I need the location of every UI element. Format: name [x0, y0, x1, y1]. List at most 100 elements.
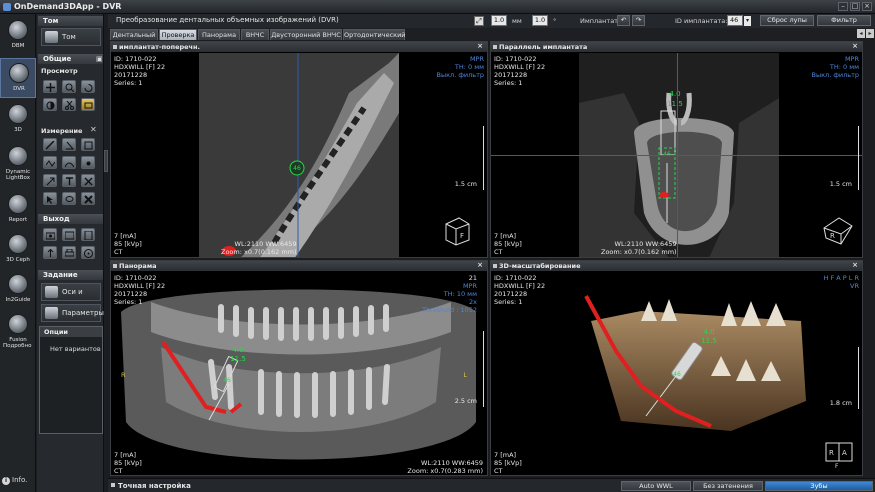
angle-button[interactable] [62, 138, 76, 151]
volume-button[interactable]: Том [41, 28, 101, 46]
sculpt-icon [84, 102, 93, 109]
rail-item-in2guide[interactable]: In2Guide [0, 270, 36, 310]
fit-icon[interactable]: ⤢ [474, 16, 484, 26]
zoom-icon [65, 83, 74, 92]
fine-tune-title[interactable]: Точная настройка [118, 482, 191, 490]
rail-item-3d-ceph[interactable]: 3D Ceph [0, 230, 36, 270]
svg-text:11.5: 11.5 [230, 355, 246, 363]
maximize-icon[interactable]: □ [850, 2, 860, 11]
implant-id-select[interactable]: 46 [727, 15, 743, 26]
window-level-button[interactable] [43, 98, 57, 111]
print-button[interactable] [62, 246, 76, 259]
axes-slices-button[interactable]: Оси и срезы [41, 283, 101, 312]
tab-bilateral-tmj[interactable]: Двусторонний ВНЧС [270, 29, 342, 40]
implant-redo-button[interactable]: ↷ [632, 15, 645, 26]
svg-text:11.5: 11.5 [701, 337, 717, 345]
cross-section-image: 46 [199, 53, 399, 257]
tab-orthodontic[interactable]: Ортодонтический [343, 29, 406, 40]
capture-button[interactable] [43, 228, 57, 241]
minimize-icon[interactable]: – [838, 2, 848, 11]
view-implant-cross[interactable]: имплантат-поперечн. × 46 ID: 1710-022 HDXW… [110, 41, 488, 258]
pan-icon [46, 83, 55, 92]
close-icon[interactable]: × [862, 2, 872, 11]
tab-scroll-right-icon[interactable]: ▸ [866, 29, 874, 38]
scissors-tool-button[interactable] [62, 98, 76, 111]
acquisition-info: 7 [mA] 85 [kVp] CT [494, 451, 522, 475]
options-empty-text: Нет вариантов [50, 345, 101, 353]
movie-button[interactable] [81, 228, 95, 241]
profile-button[interactable] [43, 156, 57, 169]
clear-all-button[interactable] [81, 192, 95, 205]
ruler-button[interactable] [43, 138, 57, 151]
implant-undo-button[interactable]: ↶ [617, 15, 630, 26]
curve-button[interactable] [62, 156, 76, 169]
tab-panorama[interactable]: Панорама [198, 29, 240, 40]
angle-input[interactable]: 1.0 [532, 15, 548, 26]
more-link[interactable]: Подробно [3, 343, 32, 349]
orientation-cube[interactable]: F [441, 214, 471, 246]
parameters-button[interactable]: Параметры [41, 304, 104, 322]
save-image-button[interactable] [62, 228, 76, 241]
module-title: Преобразование дентальных объемных изобр… [116, 16, 339, 24]
burn-cd-button[interactable] [81, 246, 95, 259]
skull-icon [8, 104, 28, 124]
area-button[interactable] [81, 138, 95, 151]
rail-item-report[interactable]: Report [0, 190, 36, 230]
teeth-preset-button[interactable]: Зубы [765, 481, 873, 491]
text-button[interactable] [62, 174, 76, 187]
redo-icon: ↷ [635, 16, 642, 24]
render-info: MPR TH: 0 мм Выкл. фильтр [811, 55, 859, 79]
reset-zoom-button[interactable]: Сброс лупы [760, 15, 814, 26]
rail-item-3d[interactable]: 3D [0, 100, 36, 140]
pan-tool-button[interactable] [43, 80, 57, 93]
volume-icon [45, 31, 58, 43]
view-close-icon[interactable]: × [851, 262, 859, 270]
axes-icon [45, 286, 58, 298]
tab-dental[interactable]: Дентальный [110, 29, 158, 40]
lasso-button[interactable] [62, 192, 76, 205]
view-close-icon[interactable]: × [851, 43, 859, 51]
delete-measure-button[interactable] [81, 174, 95, 187]
expand-icon[interactable] [111, 483, 115, 487]
export-button[interactable] [43, 246, 57, 259]
cursor-button[interactable] [43, 192, 57, 205]
arrow-button[interactable] [43, 174, 57, 187]
view-3d-zoom[interactable]: 3D-масштабирование × 4.0 11.5 46 ID: 1710… [490, 260, 863, 476]
svg-text:F: F [835, 463, 839, 469]
section-general[interactable]: Общие [38, 54, 103, 64]
sculpt-tool-button[interactable] [81, 98, 95, 111]
rail-item-dvr[interactable]: DVR [0, 58, 36, 98]
measure-settings-icon[interactable]: ✕ [90, 125, 97, 134]
section-output[interactable]: Выход [38, 214, 103, 224]
filter-button[interactable]: Фильтр [817, 15, 871, 26]
rotate-tool-button[interactable] [81, 80, 95, 93]
hu-button[interactable] [81, 156, 95, 169]
pin-icon[interactable]: ▣ [96, 55, 103, 63]
tab-scroll-left-icon[interactable]: ◂ [857, 29, 865, 38]
auto-wwl-button[interactable]: Auto WWL [621, 481, 691, 491]
thickness-input[interactable]: 1.0 [491, 15, 507, 26]
orientation-buttons[interactable]: H F A P L R VR [824, 274, 859, 290]
tab-tmj[interactable]: ВНЧС [241, 29, 269, 40]
view-panorama[interactable]: Панорама × 4.0 11.5 46 ID: 1710-022 HDXWIL… [110, 260, 488, 476]
rail-item-dbm[interactable]: DBM [0, 16, 36, 56]
orientation-cube[interactable]: R [821, 214, 855, 248]
image-icon [65, 231, 74, 240]
view-subsection: Просмотр [41, 67, 78, 75]
section-volume[interactable]: Том [38, 16, 103, 26]
chevron-down-icon[interactable]: ▾ [744, 16, 751, 26]
panel-splitter[interactable] [104, 150, 108, 172]
zoom-tool-button[interactable] [62, 80, 76, 93]
view-implant-parallel[interactable]: Параллель имплантата× 4.0 11.5 46 ID: 17… [490, 41, 863, 258]
film-icon [84, 231, 93, 240]
info-button[interactable]: i Info. [2, 476, 36, 488]
reference-line-vertical [677, 53, 678, 257]
orientation-cube[interactable]: R A F [823, 437, 855, 469]
rail-item-lightbox[interactable]: Dynamic LightBox [0, 142, 36, 182]
view-close-icon[interactable]: × [476, 43, 484, 51]
no-shading-button[interactable]: Без затенения [693, 481, 763, 491]
disc-icon [84, 249, 93, 258]
view-close-icon[interactable]: × [476, 262, 484, 270]
section-task[interactable]: Задание [38, 270, 103, 280]
tab-check[interactable]: Проверка [159, 29, 197, 40]
